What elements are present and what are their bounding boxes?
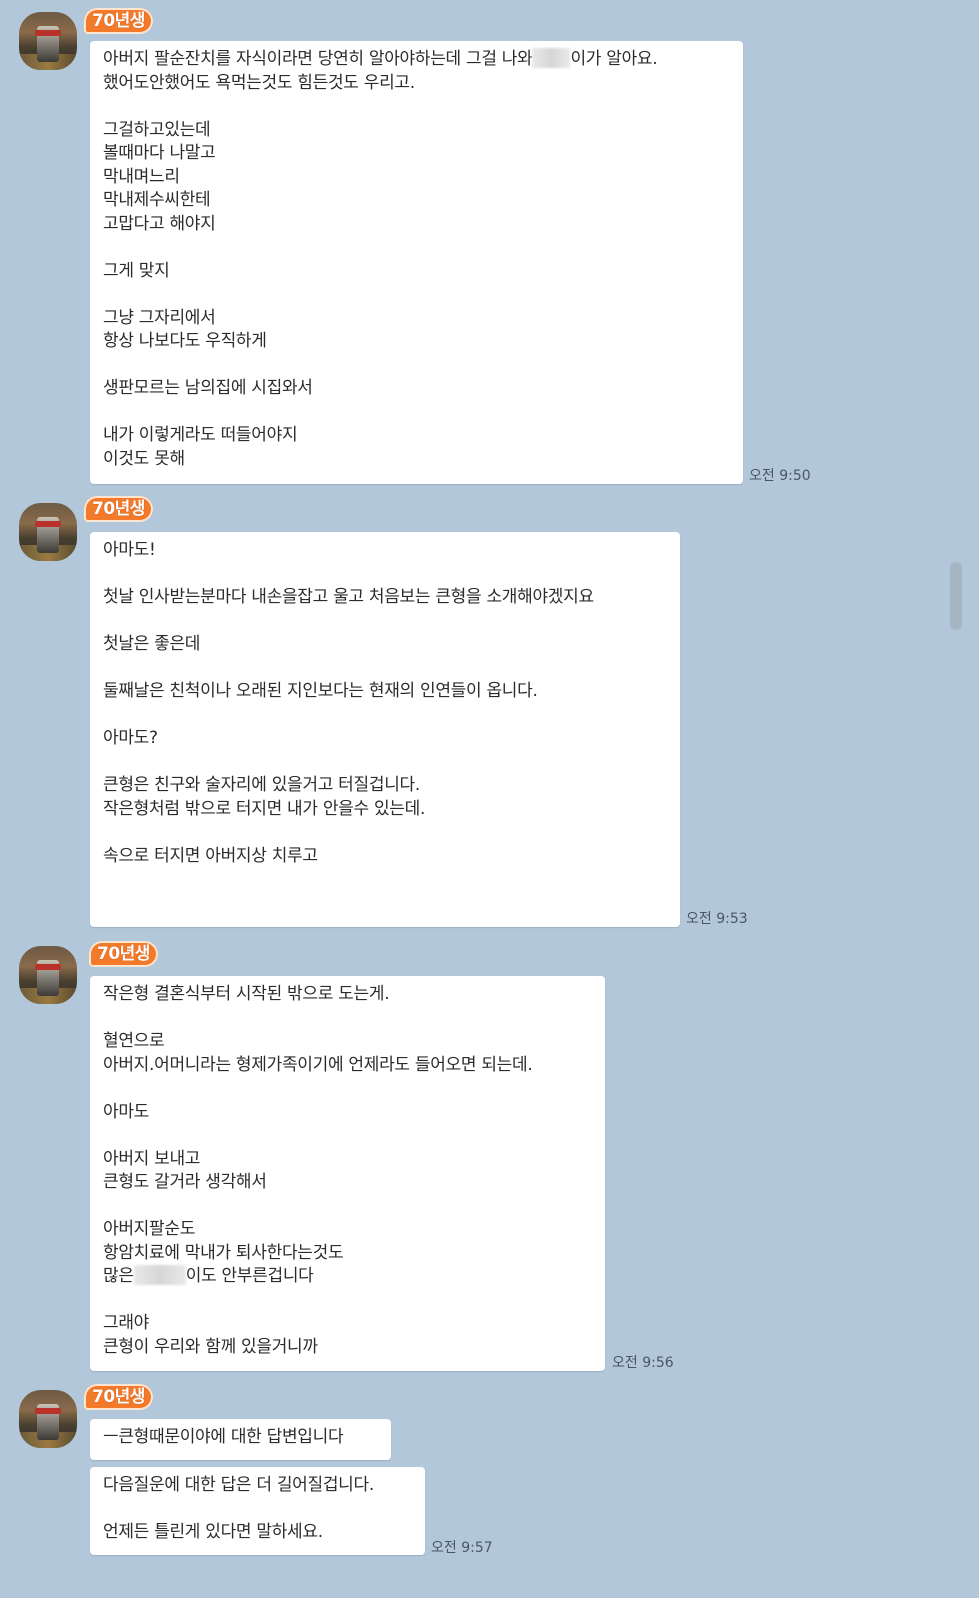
message-line: ㅡ큰형때문이야에 대한 답변입니다 bbox=[103, 1427, 344, 1447]
message-line bbox=[103, 401, 731, 425]
message-line bbox=[103, 1195, 593, 1219]
sender-name: 70년생 bbox=[84, 8, 153, 34]
avatar-photo-lamp bbox=[35, 964, 61, 970]
message-line: 생판모르는 남의집에 시집와서 bbox=[103, 378, 313, 398]
message-line bbox=[103, 283, 731, 307]
message-line bbox=[103, 704, 668, 728]
message-line: 다음질운에 대한 답은 더 길어질겁니다. bbox=[103, 1475, 374, 1495]
message-line: 큰형은 친구와 술자리에 있을거고 터질겁니다. bbox=[103, 775, 420, 795]
message-line: 아버지 팔순잔치를 자식이라면 당연히 알아야하는데 그걸 나와 이가 알아요. bbox=[103, 48, 658, 69]
message-line: 아버지팔순도 bbox=[103, 1219, 196, 1239]
message-bubble[interactable]: 아마도! 첫날 인사받는분마다 내손을잡고 울고 처음보는 큰형을 소개해야겠지… bbox=[90, 532, 680, 927]
message-line bbox=[103, 610, 668, 634]
message-bubble[interactable]: 작은형 결혼식부터 시작된 밖으로 도는게. 혈연으로 아버지.어머니라는 형제… bbox=[90, 976, 605, 1371]
message-line: 큰형도 갈거라 생각해서 bbox=[103, 1172, 267, 1192]
message-time: 오전 9:50 bbox=[749, 468, 811, 484]
message-line bbox=[103, 751, 668, 775]
redacted-name bbox=[532, 48, 571, 68]
message-line: 아마도! bbox=[103, 540, 156, 560]
sender-name: 70년생 bbox=[84, 496, 153, 522]
message-line: 첫날 인사받는분마다 내손을잡고 울고 처음보는 큰형을 소개해야겠지요 bbox=[103, 587, 594, 607]
message-line: 혈연으로 bbox=[103, 1031, 165, 1051]
scrollbar-thumb[interactable] bbox=[950, 562, 962, 630]
redacted-name bbox=[133, 1265, 186, 1285]
message-line: 그게 맞지 bbox=[103, 260, 170, 281]
message-time: 오전 9:56 bbox=[612, 1355, 674, 1371]
message-line: 항암치료에 막내가 퇴사한다는것도 bbox=[103, 1242, 344, 1263]
message-line: 작은형 결혼식부터 시작된 밖으로 도는게. bbox=[103, 984, 390, 1004]
message-line: 큰형이 우리와 함께 있을거니까 bbox=[103, 1336, 318, 1357]
message-line: 막내제수씨한테 bbox=[103, 190, 211, 210]
message-line bbox=[103, 1077, 593, 1101]
message-line: 속으로 터지면 아버지상 치루고 bbox=[103, 845, 318, 866]
message-time: 오전 9:57 bbox=[431, 1540, 493, 1556]
message-line bbox=[103, 1007, 593, 1031]
message-line bbox=[103, 1124, 593, 1148]
message-bubble[interactable]: 다음질운에 대한 답은 더 길어질겁니다. 언제든 틀린게 있다면 말하세요. bbox=[90, 1467, 425, 1555]
message-line: 내가 이렇게라도 떠들어야지 bbox=[103, 425, 298, 445]
avatar[interactable] bbox=[19, 12, 77, 70]
avatar[interactable] bbox=[19, 503, 77, 561]
message-line: 항상 나보다도 우직하게 bbox=[103, 331, 267, 351]
message-line: 언제든 틀린게 있다면 말하세요. bbox=[103, 1522, 323, 1542]
message-line: 둘째날은 친척이나 오래된 지인보다는 현재의 인연들이 옵니다. bbox=[103, 681, 538, 701]
message-time: 오전 9:53 bbox=[686, 911, 748, 927]
message-line bbox=[103, 821, 668, 845]
message-line: 아버지.어머니라는 형제가족이기에 언제라도 들어오면 되는데. bbox=[103, 1054, 533, 1075]
message-line bbox=[103, 868, 668, 892]
sender-name: 70년생 bbox=[84, 1384, 153, 1410]
message-line: 고맙다고 해야지 bbox=[103, 213, 216, 234]
message-line bbox=[103, 1289, 593, 1313]
message-line: 이것도 못해 bbox=[103, 448, 185, 469]
message-line bbox=[103, 563, 668, 587]
message-line bbox=[103, 657, 668, 681]
avatar-photo-lamp bbox=[35, 1408, 61, 1414]
message-line: 아버지 보내고 bbox=[103, 1148, 201, 1169]
sender-name: 70년생 bbox=[89, 941, 158, 967]
avatar-photo-lamp bbox=[35, 30, 61, 36]
avatar[interactable] bbox=[19, 1390, 77, 1448]
message-line: 했어도안했어도 욕먹는것도 힘든것도 우리고. bbox=[103, 72, 415, 93]
message-line: 아마도? bbox=[103, 728, 158, 748]
avatar[interactable] bbox=[19, 946, 77, 1004]
message-line: 그걸하고있는데 bbox=[103, 119, 211, 140]
message-bubble[interactable]: ㅡ큰형때문이야에 대한 답변입니다 bbox=[90, 1419, 391, 1460]
message-line: 아마도 bbox=[103, 1101, 150, 1122]
message-line: 작은형처럼 밖으로 터지면 내가 안을수 있는데. bbox=[103, 798, 426, 819]
message-line bbox=[103, 95, 731, 119]
avatar-photo-lamp bbox=[35, 521, 61, 527]
message-line: 그냥 그자리에서 bbox=[103, 307, 216, 328]
message-line bbox=[103, 1498, 413, 1522]
message-bubble[interactable]: 아버지 팔순잔치를 자식이라면 당연히 알아야하는데 그걸 나와 이가 알아요. … bbox=[90, 41, 743, 484]
message-line: 막내며느리 bbox=[103, 166, 180, 187]
message-line: 많은 이도 안부른겁니다 bbox=[103, 1265, 314, 1286]
message-line: 볼때마다 나말고 bbox=[103, 143, 216, 163]
message-line bbox=[103, 354, 731, 378]
message-line bbox=[103, 236, 731, 260]
message-line: 그래야 bbox=[103, 1313, 150, 1333]
message-line: 첫날은 좋은데 bbox=[103, 634, 201, 654]
